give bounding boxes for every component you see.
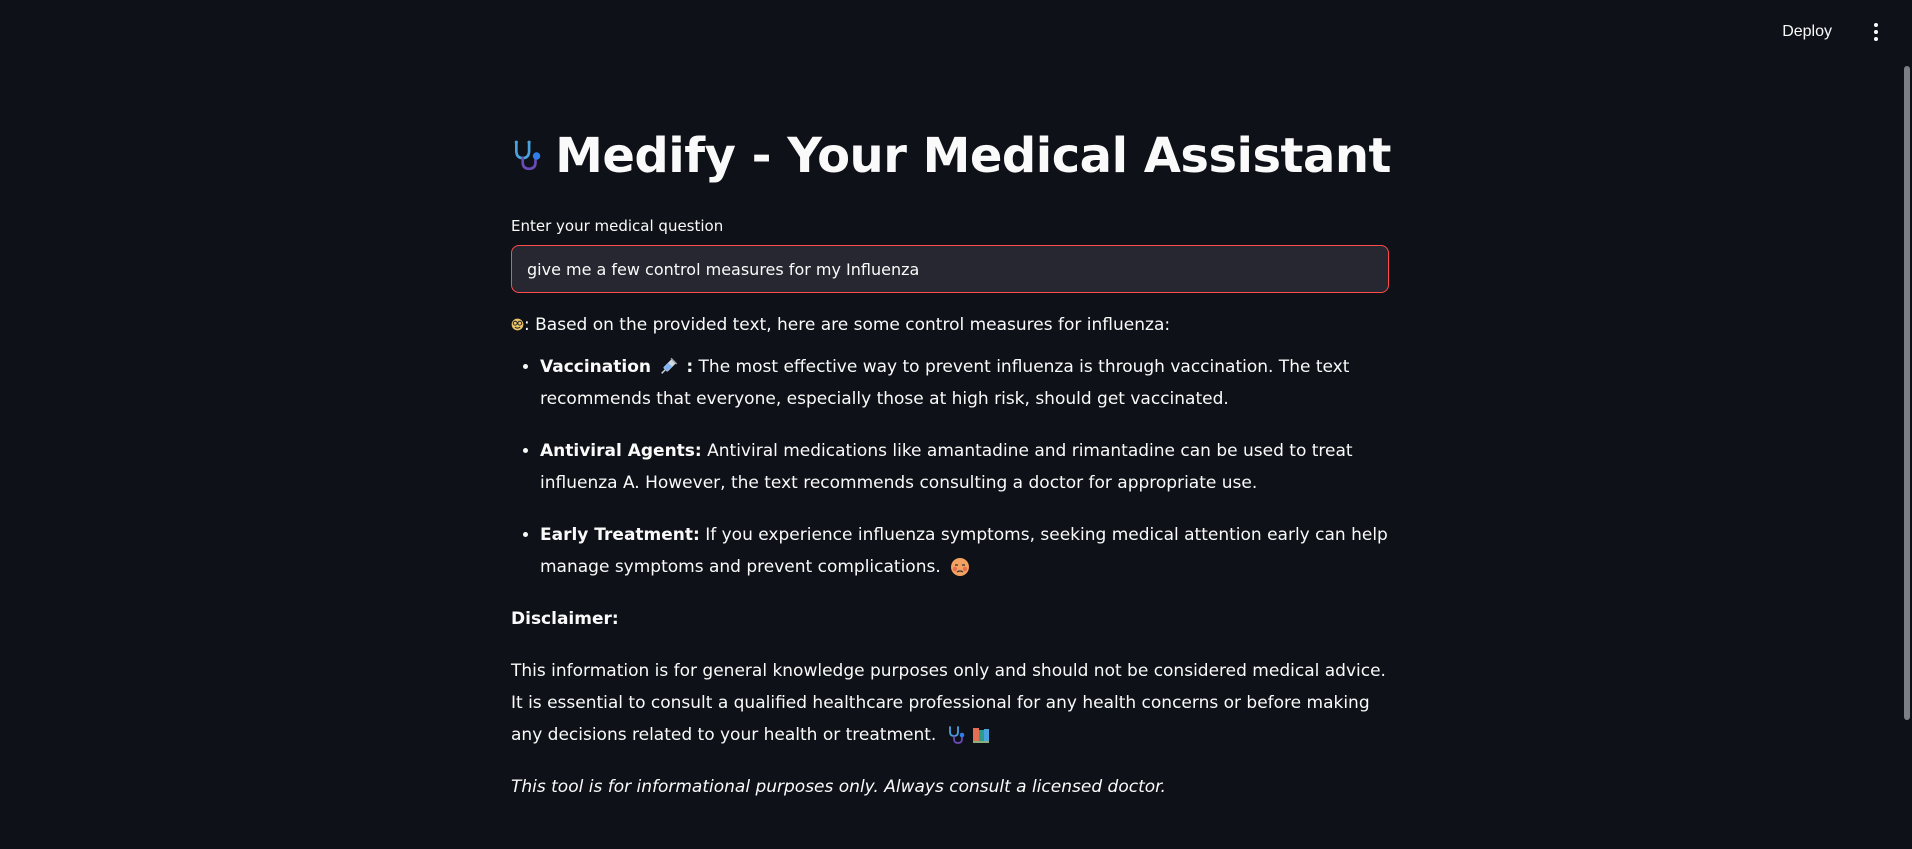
response-intro-text: : Based on the provided text, here are s…	[524, 315, 1171, 335]
more-menu-icon[interactable]	[1866, 20, 1886, 44]
disclaimer-body: This information is for general knowledg…	[511, 655, 1391, 751]
control-measures-list: Vaccination : The most effective way to …	[511, 351, 1391, 583]
stethoscope-icon	[514, 140, 541, 171]
list-item: Antiviral Agents: Antiviral medications …	[540, 435, 1391, 499]
title-row: Medify - Your Medical Assistant	[511, 118, 1391, 194]
question-input[interactable]	[511, 245, 1389, 293]
stethoscope-icon	[948, 726, 965, 744]
scrollbar[interactable]	[1904, 66, 1910, 720]
deploy-button[interactable]: Deploy	[1782, 20, 1832, 44]
syringe-icon	[661, 357, 678, 374]
header: Deploy	[0, 0, 1912, 64]
footer-note: This tool is for informational purposes …	[511, 777, 1166, 797]
sick-face-icon	[951, 558, 970, 576]
response-intro: : Based on the provided text, here are s…	[511, 309, 1391, 341]
item-title: Antiviral Agents:	[540, 441, 702, 461]
list-item: Early Treatment: If you experience influ…	[540, 519, 1391, 583]
list-item: Vaccination : The most effective way to …	[540, 351, 1391, 415]
disclaimer-title: Disclaimer:	[511, 609, 619, 629]
page-title: Medify - Your Medical Assistant	[555, 128, 1391, 184]
item-title-suffix: :	[680, 357, 694, 377]
app: Deploy Medify - Your Medical Assistant E…	[0, 0, 1912, 849]
response: : Based on the provided text, here are s…	[511, 309, 1391, 803]
main-content: Medify - Your Medical Assistant Enter yo…	[511, 118, 1391, 803]
item-title: Early Treatment:	[540, 525, 700, 545]
nerd-face-icon	[511, 318, 524, 331]
question-label: Enter your medical question	[511, 217, 724, 235]
item-title: Vaccination	[540, 357, 651, 377]
books-icon	[973, 728, 990, 743]
